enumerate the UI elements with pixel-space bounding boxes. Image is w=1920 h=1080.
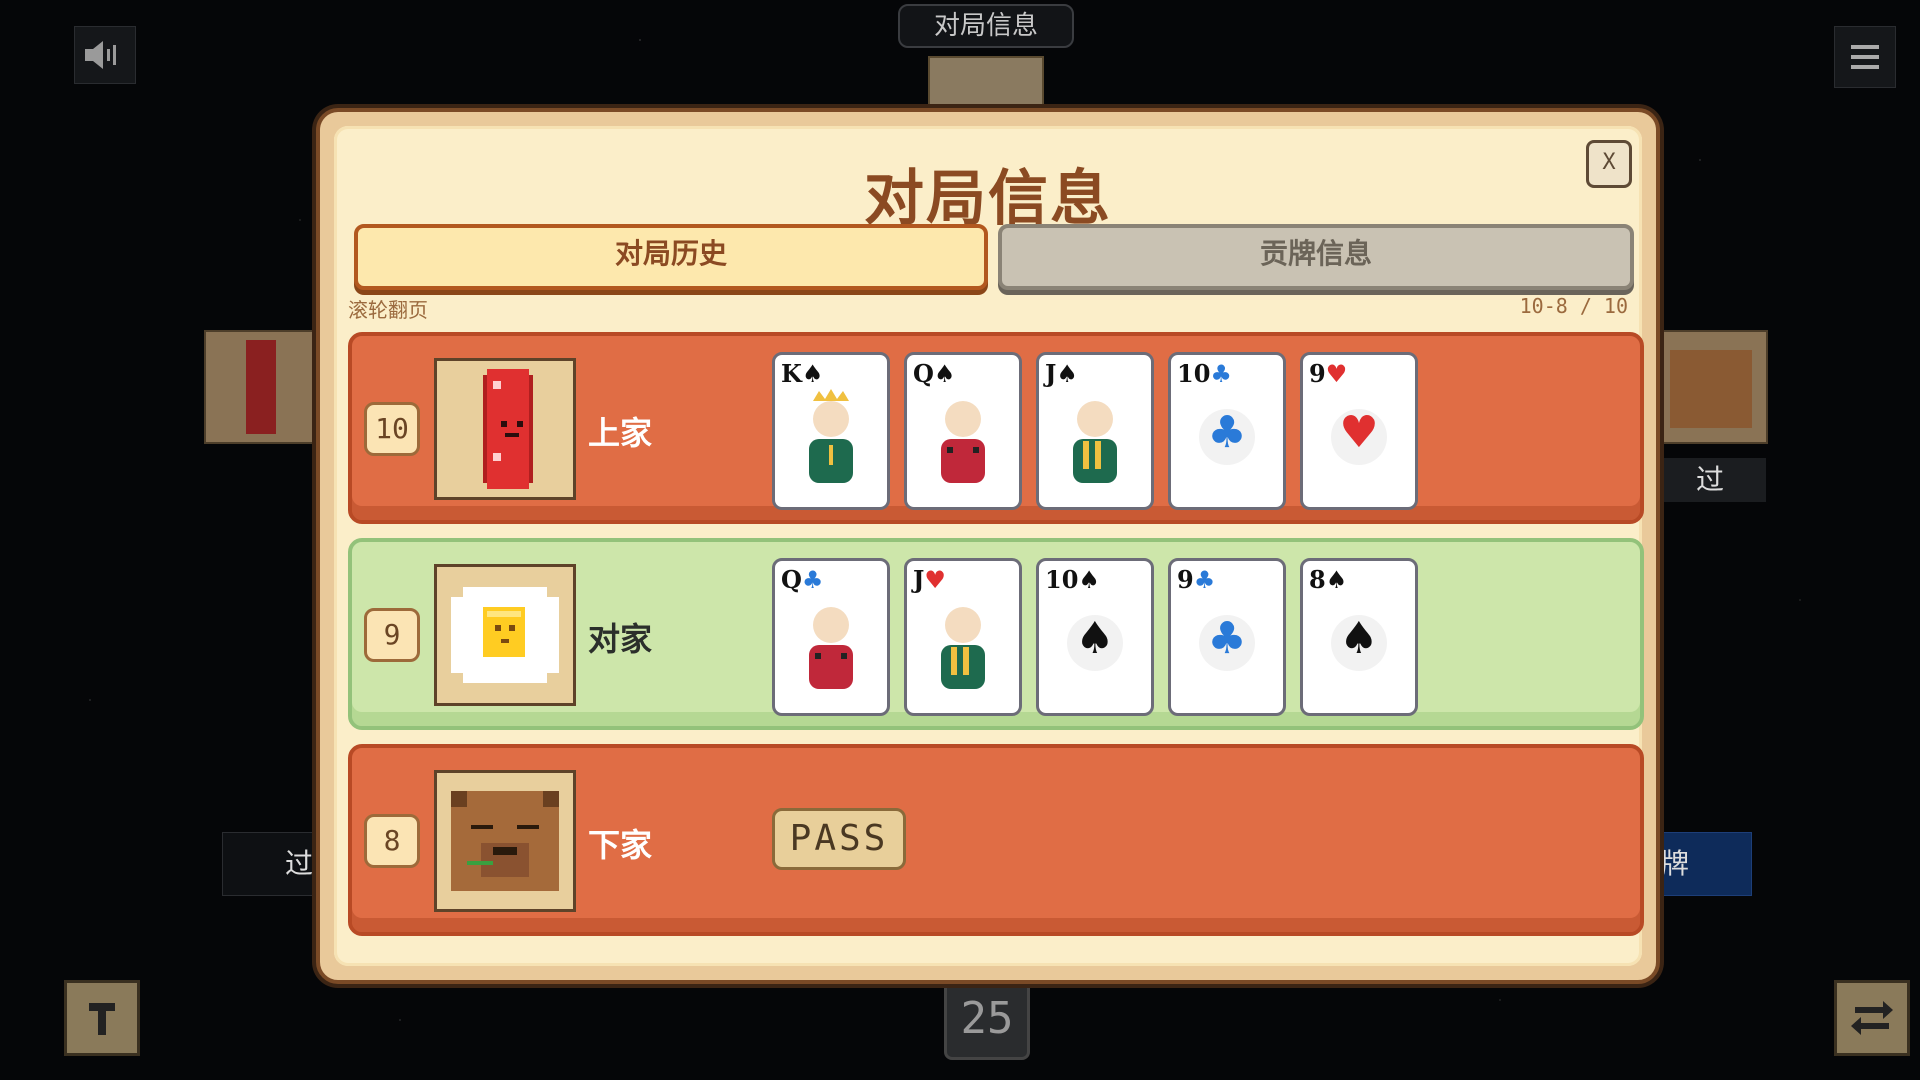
- player-name: 上家: [588, 414, 653, 452]
- playing-card: Q♠: [904, 352, 1022, 510]
- tab-tribute-info[interactable]: 贡牌信息: [998, 224, 1634, 290]
- card-rank: 9: [1177, 565, 1194, 594]
- playing-card: K♠: [772, 352, 890, 510]
- playing-card: J♥: [904, 558, 1022, 716]
- playing-card: 9♥ ♥: [1300, 352, 1418, 510]
- card-corner: 9♣: [1177, 565, 1215, 594]
- card-center-suit-icon: ♠: [1339, 613, 1379, 664]
- right-player-status: 过: [1654, 458, 1766, 502]
- speaker-icon: [85, 41, 116, 69]
- playing-card: 10♣ ♣: [1168, 352, 1286, 510]
- sort-button[interactable]: [64, 980, 140, 1056]
- card-rank: Q: [913, 359, 934, 388]
- card-center-suit-icon: ♣: [1207, 613, 1247, 664]
- player-avatar: [434, 770, 576, 912]
- player-avatar: [434, 358, 576, 500]
- card-corner: 10♣: [1177, 359, 1232, 388]
- hammer-icon: [89, 1003, 115, 1035]
- red-sausage-icon: [483, 369, 533, 489]
- red-sausage-icon: [246, 340, 276, 434]
- card-suit-icon: ♣: [1210, 359, 1232, 388]
- card-suit-icon: ♥: [924, 565, 946, 594]
- card-rank: K: [781, 359, 802, 388]
- fried-egg-icon: [451, 587, 559, 683]
- dialog-panel: 对局信息 X 对局历史 贡牌信息 滚轮翻页 10-8 / 10 10 上家 K♠…: [334, 126, 1644, 966]
- card-center-suit-icon: ♣: [1207, 407, 1247, 458]
- page-indicator: 10-8 / 10: [1519, 294, 1628, 318]
- card-center-suit-icon: ♠: [1075, 613, 1115, 664]
- card-rank: J: [913, 565, 925, 594]
- card-suit-icon: ♠: [801, 359, 824, 388]
- rank-badge: 9: [364, 608, 420, 662]
- card-suit-icon: ♣: [801, 565, 824, 594]
- card-rank: 8: [1309, 565, 1326, 594]
- card-corner: 9♥: [1309, 359, 1347, 388]
- close-button[interactable]: X: [1586, 140, 1632, 188]
- card-rank: J: [1045, 359, 1057, 388]
- card-rank: 10: [1045, 565, 1079, 594]
- card-corner: J♠: [1045, 359, 1078, 388]
- history-row: 8 下家 PASS: [348, 744, 1644, 936]
- top-info-button[interactable]: 对局信息: [898, 4, 1074, 48]
- card-suit-icon: ♠: [1056, 359, 1078, 388]
- card-center-suit-icon: ♥: [1339, 407, 1379, 458]
- playing-card: J♠: [1036, 352, 1154, 510]
- hamburger-icon: [1851, 45, 1879, 69]
- card-corner: Q♠: [913, 359, 955, 388]
- history-row: 9 对家 Q♣ J♥ 10♠ ♠ 9♣ ♣ 8♠ ♠: [348, 538, 1644, 730]
- rank-badge: 10: [364, 402, 420, 456]
- card-rank: 9: [1309, 359, 1326, 388]
- playing-card: Q♣: [772, 558, 890, 716]
- sound-button[interactable]: [74, 26, 136, 84]
- pass-badge: PASS: [772, 808, 906, 870]
- player-avatar: [434, 564, 576, 706]
- right-play-button[interactable]: 牌: [1654, 832, 1752, 896]
- card-suit-icon: ♠: [933, 359, 956, 388]
- menu-button[interactable]: [1834, 26, 1896, 88]
- playing-card: 10♠ ♠: [1036, 558, 1154, 716]
- turn-timer: 25: [944, 978, 1030, 1060]
- player-name: 下家: [588, 826, 653, 864]
- scroll-hint: 滚轮翻页: [348, 298, 428, 322]
- playing-card: 9♣ ♣: [1168, 558, 1286, 716]
- left-player-avatar: [204, 330, 318, 444]
- card-suit-icon: ♠: [1325, 565, 1348, 594]
- card-suit-icon: ♥: [1325, 359, 1348, 388]
- right-player-avatar: [1654, 330, 1768, 444]
- card-corner: 10♠: [1045, 565, 1100, 594]
- tab-match-history[interactable]: 对局历史: [354, 224, 988, 290]
- card-corner: 8♠: [1309, 565, 1347, 594]
- swap-arrows-icon: [1851, 1001, 1893, 1035]
- swap-button[interactable]: [1834, 980, 1910, 1056]
- playing-card: 8♠ ♠: [1300, 558, 1418, 716]
- player-name: 对家: [588, 620, 653, 658]
- card-corner: Q♣: [781, 565, 823, 594]
- history-row: 10 上家 K♠ Q♠ J♠ 10♣ ♣ 9♥ ♥: [348, 332, 1644, 524]
- card-rank: 10: [1177, 359, 1211, 388]
- card-rank: Q: [781, 565, 802, 594]
- match-info-dialog: 对局信息 X 对局历史 贡牌信息 滚轮翻页 10-8 / 10 10 上家 K♠…: [316, 108, 1660, 984]
- capybara-icon: [451, 791, 559, 891]
- card-suit-icon: ♠: [1078, 565, 1100, 594]
- card-suit-icon: ♣: [1193, 565, 1216, 594]
- left-pass-button[interactable]: 过: [222, 832, 314, 896]
- rank-badge: 8: [364, 814, 420, 868]
- capybara-icon: [1670, 350, 1752, 428]
- card-corner: J♥: [913, 565, 946, 594]
- card-corner: K♠: [781, 359, 823, 388]
